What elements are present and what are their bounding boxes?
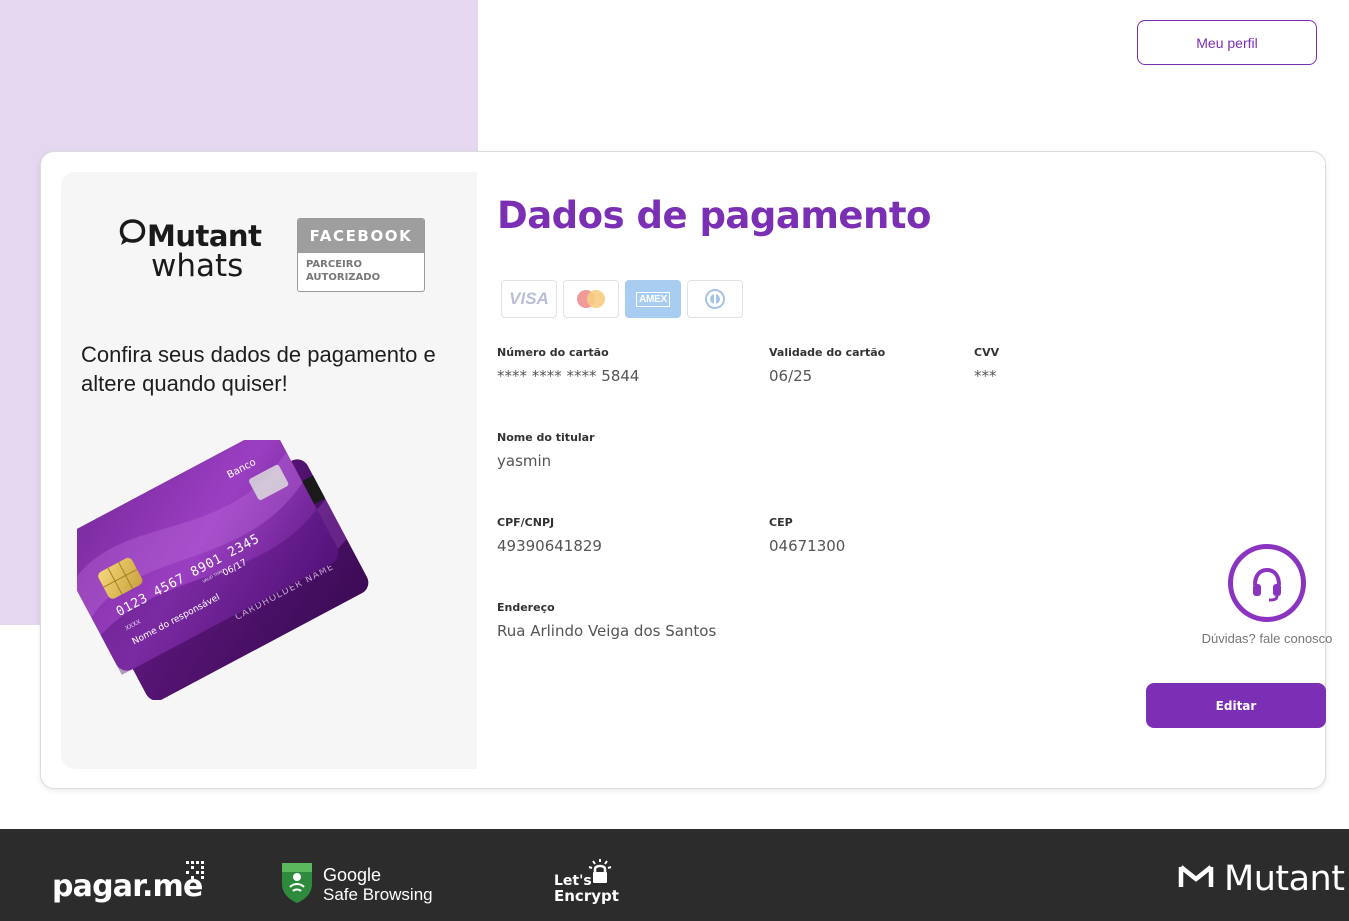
letsencrypt-line2: Encrypt bbox=[554, 887, 619, 905]
cep-value: 04671300 bbox=[769, 537, 846, 555]
promo-panel: Mutant whats FACEBOOK PARCEIRO AUTORIZAD… bbox=[55, 172, 477, 769]
holder-name-field: Nome do titular yasmin bbox=[497, 431, 595, 470]
brand-name-bottom: whats bbox=[151, 248, 244, 284]
mutant-whats-logo: Mutant whats bbox=[119, 218, 279, 284]
document-label: CPF/CNPJ bbox=[497, 516, 555, 529]
mastercard-icon bbox=[563, 280, 619, 318]
brand-name-top: Mutant bbox=[147, 218, 262, 253]
diners-icon bbox=[687, 280, 743, 318]
safe-browsing-label: Safe Browsing bbox=[323, 884, 433, 904]
cvv-value: *** bbox=[974, 367, 997, 385]
card-expiry-field: Validade do cartão 06/25 bbox=[769, 346, 885, 385]
credit-cards-illustration: CARDHOLDER NAME Banco 0123 4567 8901 234… bbox=[55, 429, 467, 705]
card-number-field: Número do cartão **** **** **** 5844 bbox=[497, 346, 639, 385]
amex-icon: AMEX bbox=[625, 280, 681, 318]
facebook-partner-badge: FACEBOOK PARCEIRO AUTORIZADO bbox=[297, 218, 425, 292]
card-expiry-label: Validade do cartão bbox=[769, 346, 886, 359]
shield-icon bbox=[280, 860, 314, 909]
headset-icon[interactable] bbox=[1228, 544, 1306, 622]
letsencrypt-badge: Let's Encrypt bbox=[554, 859, 619, 905]
accepted-card-brands: VISA AMEX bbox=[501, 280, 743, 318]
mutant-logo-icon bbox=[1178, 864, 1214, 895]
mutant-footer-text: Mutant bbox=[1224, 859, 1345, 899]
card-number-label: Número do cartão bbox=[497, 346, 609, 359]
google-label: Google bbox=[323, 864, 382, 885]
pagarme-logo: pagar.me bbox=[52, 869, 203, 904]
mutant-footer-logo: Mutant bbox=[1178, 859, 1345, 899]
visa-icon: VISA bbox=[501, 280, 557, 318]
google-safe-browsing-badge: Google Safe Browsing bbox=[280, 860, 433, 909]
partner-badge-title: FACEBOOK bbox=[298, 219, 424, 253]
holder-name-value: yasmin bbox=[497, 452, 552, 470]
promo-headline: Confira seus dados de pagamento e altere… bbox=[81, 342, 436, 396]
holder-name-label: Nome do titular bbox=[497, 431, 595, 444]
page-title: Dados de pagamento bbox=[497, 194, 931, 237]
profile-button[interactable]: Meu perfil bbox=[1137, 20, 1317, 65]
card-expiry-value: 06/25 bbox=[769, 367, 813, 385]
card-number-value: **** **** **** 5844 bbox=[497, 367, 640, 385]
footer: pagar.me Google Safe Browsing Let's Encr… bbox=[0, 829, 1349, 921]
address-label: Endereço bbox=[497, 601, 555, 614]
address-field: Endereço Rua Arlindo Veiga dos Santos bbox=[497, 601, 716, 640]
edit-button[interactable]: Editar bbox=[1146, 683, 1326, 728]
document-field: CPF/CNPJ 49390641829 bbox=[497, 516, 602, 555]
cep-label: CEP bbox=[769, 516, 793, 529]
partner-badge-line-1: PARCEIRO bbox=[306, 259, 362, 270]
address-value: Rua Arlindo Veiga dos Santos bbox=[497, 622, 717, 640]
speech-bubble-icon bbox=[119, 218, 146, 253]
amex-label: AMEX bbox=[636, 291, 670, 307]
payment-card-container: Mutant whats FACEBOOK PARCEIRO AUTORIZAD… bbox=[40, 151, 1332, 790]
pagarme-dots-icon bbox=[186, 861, 206, 886]
cep-field: CEP 04671300 bbox=[769, 516, 845, 555]
help-text[interactable]: Dúvidas? fale conosco bbox=[1197, 631, 1337, 646]
document-value: 49390641829 bbox=[497, 537, 602, 555]
cvv-field: CVV *** bbox=[974, 346, 999, 385]
payment-details: Dados de pagamento VISA AMEX Número do c… bbox=[497, 152, 1332, 790]
lock-icon bbox=[588, 859, 612, 883]
partner-badge-line-2: AUTORIZADO bbox=[306, 272, 381, 283]
cvv-label: CVV bbox=[974, 346, 1000, 359]
help-contact[interactable]: Dúvidas? fale conosco bbox=[1197, 544, 1337, 646]
